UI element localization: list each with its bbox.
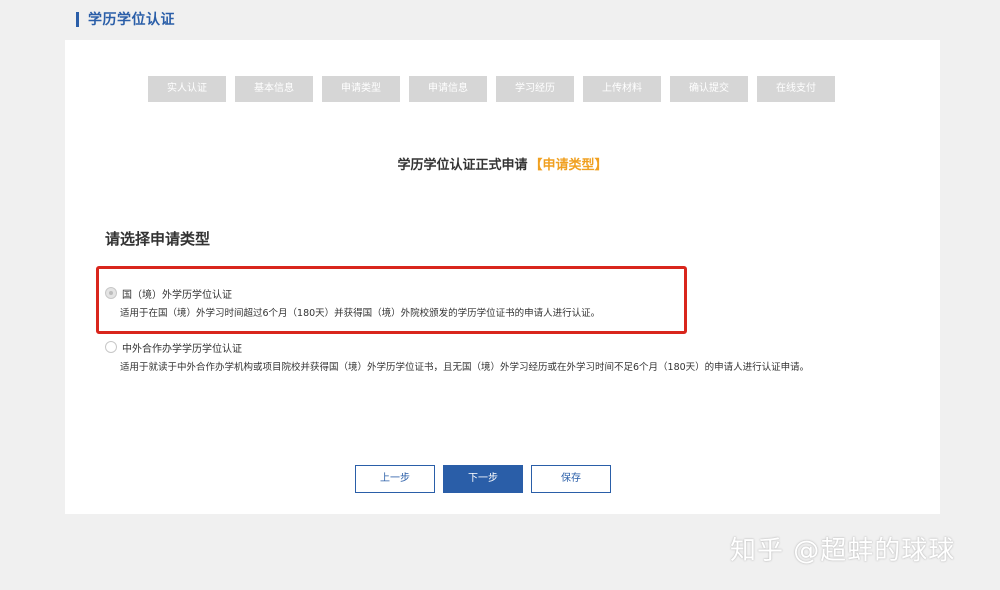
step-basic-info: 基本信息 [235, 76, 313, 102]
step-identity-verification: 实人认证 [148, 76, 226, 102]
form-headline: 学历学位认证正式申请 【申请类型】 [65, 154, 940, 173]
option-joint-program-degree[interactable]: 中外合作办学学历学位认证 适用于就读于中外合作办学机构或项目院校并获得国（境）外… [105, 340, 910, 376]
page-header: 学历学位认证 [76, 10, 175, 28]
step-application-info: 申请信息 [409, 76, 487, 102]
section-title: 请选择申请类型 [105, 230, 211, 248]
next-step-button[interactable]: 下一步 [443, 465, 523, 493]
option-joint-program-degree-label[interactable]: 中外合作办学学历学位认证 [122, 340, 242, 355]
radio-overseas-degree[interactable] [105, 287, 117, 299]
radio-joint-program-degree[interactable] [105, 341, 117, 353]
form-buttons: 上一步 下一步 保存 [355, 465, 619, 493]
save-button[interactable]: 保存 [531, 465, 611, 493]
watermark: 知乎 @超蚌的球球 [730, 536, 956, 566]
step-confirm-submit: 确认提交 [670, 76, 748, 102]
step-study-history: 学习经历 [496, 76, 574, 102]
form-headline-text: 学历学位认证正式申请 [397, 158, 528, 173]
option-overseas-degree-desc: 适用于在国（境）外学习时间超过6个月（180天）并获得国（境）外院校颁发的学历学… [120, 308, 601, 319]
main-panel: 实人认证 基本信息 申请类型 申请信息 学习经历 上传材料 确认提交 在线支付 … [65, 40, 940, 514]
step-progress-bar: 实人认证 基本信息 申请类型 申请信息 学习经历 上传材料 确认提交 在线支付 [148, 76, 844, 102]
option-overseas-degree-label[interactable]: 国（境）外学历学位认证 [122, 286, 232, 301]
form-headline-step: 【申请类型】 [529, 158, 608, 173]
step-upload-materials: 上传材料 [583, 76, 661, 102]
option-joint-program-degree-desc: 适用于就读于中外合作办学机构或项目院校并获得国（境）外学历学位证书，且无国（境）… [120, 362, 810, 373]
page-title: 学历学位认证 [88, 12, 175, 28]
prev-step-button[interactable]: 上一步 [355, 465, 435, 493]
header-accent-bar [76, 11, 79, 27]
option-overseas-degree[interactable]: 国（境）外学历学位认证 适用于在国（境）外学习时间超过6个月（180天）并获得国… [105, 286, 910, 322]
step-online-payment: 在线支付 [757, 76, 835, 102]
step-application-type: 申请类型 [322, 76, 400, 102]
